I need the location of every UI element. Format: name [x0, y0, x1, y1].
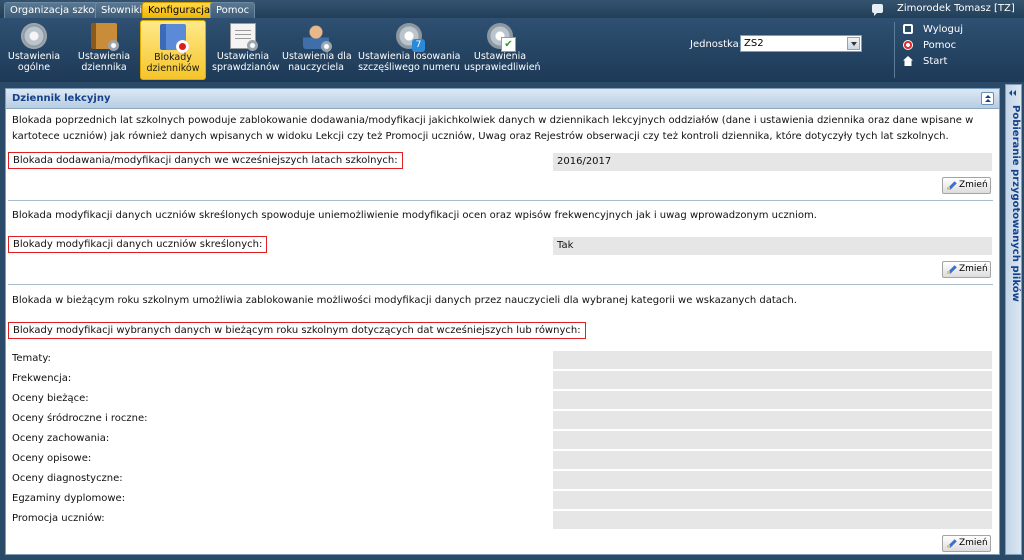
teacher-settings-icon — [303, 23, 332, 52]
lock-row-value — [553, 351, 992, 369]
top-menu-bar: Organizacja szkoły Słowniki Konfiguracja… — [0, 0, 1024, 18]
lock-row-value — [553, 411, 992, 429]
tab-konfiguracja[interactable]: Konfiguracja — [142, 2, 217, 18]
change-label: Zmień — [959, 180, 988, 190]
button-label: Ustawienia — [7, 51, 61, 62]
chevron-down-icon[interactable] — [847, 37, 860, 50]
section2-description: Blokada modyfikacji danych uczniów skreś… — [12, 210, 817, 221]
gear-icon — [21, 23, 47, 49]
files-sidebar[interactable]: Pobieranie przygotowanych plików — [1005, 84, 1022, 555]
button-label: dziennika — [81, 62, 127, 73]
lucky-number-settings-button[interactable]: Ustawienia losowania szczęśliwego numeru — [358, 20, 461, 80]
section2-change-button[interactable]: Zmień — [942, 261, 991, 278]
teacher-settings-button[interactable]: Ustawienia dla nauczyciela — [282, 20, 352, 80]
tab-slowniki[interactable]: Słowniki — [95, 2, 149, 18]
section3-description: Blokada w bieżącym roku szkolnym umożliw… — [12, 295, 797, 306]
start-label: Start — [923, 56, 948, 67]
pencil-icon — [947, 181, 956, 190]
general-settings-button[interactable]: Ustawienia ogólne — [4, 20, 64, 80]
lock-row-label: Egzaminy dyplomowe: — [12, 493, 126, 504]
divider — [8, 200, 993, 201]
help-label: Pomoc — [923, 40, 957, 51]
section1-description: Blokada poprzednich lat szkolnych powodu… — [12, 115, 974, 142]
button-label: szczęśliwego numeru — [358, 62, 460, 73]
expand-icon[interactable] — [1008, 88, 1019, 99]
journal-lock-icon — [160, 24, 189, 53]
tab-pomoc[interactable]: Pomoc — [210, 2, 256, 18]
panel-header: Dziennik lekcyjny — [6, 89, 999, 109]
divider — [894, 22, 895, 78]
button-label: usprawiedliwień — [464, 62, 541, 73]
tab-organizacja-szkoly[interactable]: Organizacja szkoły — [4, 2, 110, 18]
lock-row-value — [553, 371, 992, 389]
button-label: ogólne — [17, 62, 51, 73]
section3-change-button[interactable]: Zmień — [942, 535, 991, 552]
collapse-icon[interactable] — [981, 92, 994, 105]
lock-icon — [903, 24, 913, 34]
sidebar-title: Pobieranie przygotowanych plików — [1010, 105, 1021, 302]
user-name: Zimorodek Tomasz [TZ] — [897, 3, 1015, 14]
unit-select-value: ZS2 — [744, 38, 764, 49]
section1-change-button[interactable]: Zmień — [942, 177, 991, 194]
pencil-icon — [947, 539, 956, 548]
lock-row-label: Oceny śródroczne i roczne: — [12, 413, 148, 424]
button-label: Ustawienia dla — [282, 51, 352, 62]
change-label: Zmień — [959, 264, 988, 274]
journal-panel: Dziennik lekcyjny Blokada poprzednich la… — [5, 88, 1000, 555]
lock-row-value — [553, 471, 992, 489]
section2-label: Blokady modyfikacji danych uczniów skreś… — [8, 236, 268, 253]
test-settings-icon — [230, 23, 258, 51]
change-label: Zmień — [959, 538, 988, 548]
lock-row-label: Oceny diagnostyczne: — [12, 473, 123, 484]
divider — [8, 284, 993, 285]
unit-label: Jednostka: — [690, 39, 743, 50]
lock-row-value — [553, 451, 992, 469]
section3-label: Blokady modyfikacji wybranych danych w b… — [8, 322, 586, 339]
button-label: dzienników — [146, 63, 200, 74]
button-label: Ustawienia — [216, 51, 270, 62]
lock-row-value — [553, 431, 992, 449]
lock-row-label: Oceny opisowe: — [12, 453, 92, 464]
excuses-settings-icon — [487, 23, 516, 52]
logout-label: Wyloguj — [923, 24, 963, 35]
lock-row-value — [553, 391, 992, 409]
button-label: Blokady — [154, 52, 192, 63]
panel-title: Dziennik lekcyjny — [12, 93, 111, 104]
home-icon — [903, 56, 913, 66]
lock-row-label: Tematy: — [12, 353, 51, 364]
lock-row-value — [553, 511, 992, 529]
journal-settings-button[interactable]: Ustawienia dziennika — [76, 20, 132, 80]
lucky-number-icon — [396, 23, 425, 52]
button-label: sprawdzianów — [212, 62, 280, 73]
journal-settings-icon — [91, 23, 119, 51]
excuses-settings-button[interactable]: Ustawienia usprawiedliwień — [464, 20, 541, 80]
lifebuoy-icon — [903, 40, 913, 50]
toolbar: Ustawienia ogólne Ustawienia dziennika B… — [0, 18, 1024, 82]
test-settings-button[interactable]: Ustawienia sprawdzianów — [212, 20, 280, 80]
button-label: Ustawienia — [77, 51, 131, 62]
lock-row-value — [553, 491, 992, 509]
messages-icon[interactable] — [872, 4, 883, 16]
lock-row-label: Promocja uczniów: — [12, 513, 105, 524]
button-label: Ustawienia — [473, 51, 527, 62]
lock-row-label: Oceny zachowania: — [12, 433, 110, 444]
section1-value: 2016/2017 — [553, 153, 992, 171]
pencil-icon — [947, 265, 956, 274]
lock-row-label: Oceny bieżące: — [12, 393, 89, 404]
section1-label: Blokada dodawania/modyfikacji danych we … — [8, 152, 403, 169]
button-label: nauczyciela — [288, 62, 344, 73]
button-label: Ustawienia losowania — [358, 51, 461, 62]
unit-select[interactable]: ZS2 — [740, 35, 862, 52]
journal-locks-button[interactable]: Blokady dzienników — [140, 20, 206, 80]
lock-row-label: Frekwencja: — [12, 373, 72, 384]
section2-value: Tak — [553, 237, 992, 255]
